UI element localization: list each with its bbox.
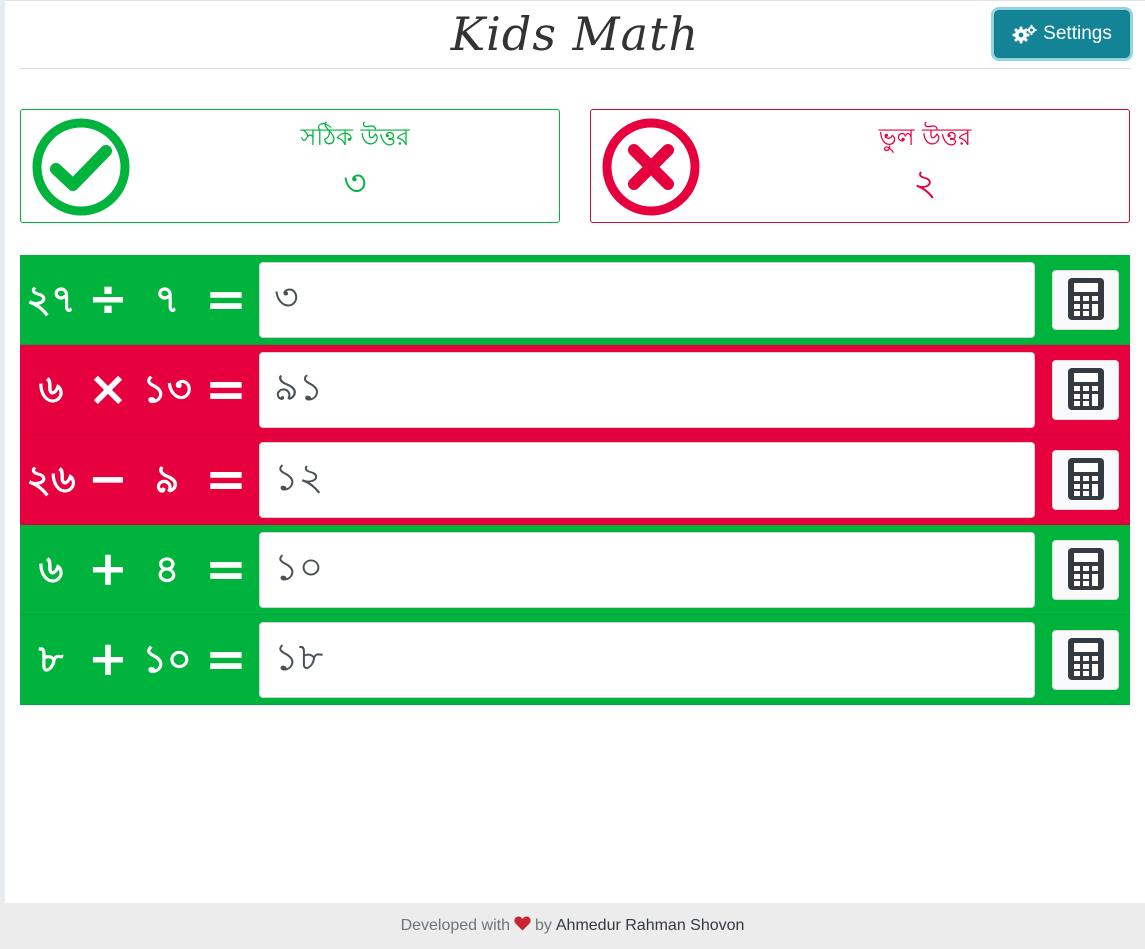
operator: ÷ bbox=[87, 271, 129, 327]
equals-sign: = bbox=[205, 450, 247, 508]
correct-score-card: সঠিক উত্তর ৩ bbox=[20, 109, 560, 223]
calculator-button[interactable] bbox=[1052, 270, 1119, 330]
operator: + bbox=[87, 631, 129, 687]
times-circle-icon bbox=[602, 118, 700, 216]
wrong-score-label: ভুল উত্তর bbox=[878, 123, 972, 151]
by-text: by bbox=[534, 917, 552, 934]
correct-score-value: ৩ bbox=[343, 163, 367, 204]
first-operand: ৬ bbox=[38, 547, 64, 591]
answer-input[interactable] bbox=[259, 262, 1035, 338]
developed-with-text: Developed with bbox=[400, 917, 510, 934]
operator: − bbox=[87, 451, 129, 507]
problem-list: ২৭ ÷ ৭ = ৬ × ১৩ = ২৬ − ৯ = bbox=[20, 255, 1130, 705]
second-operand: ১৩ bbox=[142, 367, 192, 411]
problem-row: ৬ + ৪ = bbox=[20, 525, 1130, 615]
problem-row: ৬ × ১৩ = bbox=[20, 345, 1130, 435]
first-operand: ২৭ bbox=[26, 277, 76, 321]
equals-sign: = bbox=[205, 630, 247, 688]
calculator-icon bbox=[1067, 367, 1104, 413]
correct-score-label: সঠিক উত্তর bbox=[300, 123, 410, 151]
header: Kids Math Settings bbox=[20, 0, 1130, 69]
footer: Developed with by Ahmedur Rahman Shovon bbox=[0, 903, 1145, 949]
second-operand: ১০ bbox=[142, 637, 192, 681]
calculator-icon bbox=[1067, 637, 1104, 683]
equals-sign: = bbox=[205, 360, 247, 418]
calculator-button[interactable] bbox=[1052, 630, 1119, 690]
calculator-icon bbox=[1067, 277, 1104, 323]
answer-input[interactable] bbox=[259, 532, 1035, 608]
second-operand: ৭ bbox=[154, 277, 180, 321]
problem-row: ৮ + ১০ = bbox=[20, 615, 1130, 705]
wrong-score-card: ভুল উত্তর ২ bbox=[590, 109, 1130, 223]
gears-icon bbox=[1012, 24, 1037, 44]
first-operand: ৮ bbox=[38, 637, 64, 681]
operator: × bbox=[87, 361, 129, 417]
settings-label: Settings bbox=[1043, 23, 1112, 44]
calculator-button[interactable] bbox=[1052, 450, 1119, 510]
equals-sign: = bbox=[205, 270, 247, 328]
answer-input[interactable] bbox=[259, 442, 1035, 518]
calculator-button[interactable] bbox=[1052, 540, 1119, 600]
settings-button[interactable]: Settings bbox=[994, 10, 1130, 58]
problem-row: ২৬ − ৯ = bbox=[20, 435, 1130, 525]
wrong-score-value: ২ bbox=[913, 163, 937, 204]
calculator-icon bbox=[1067, 547, 1104, 593]
author-link[interactable]: Ahmedur Rahman Shovon bbox=[556, 917, 745, 935]
calculator-button[interactable] bbox=[1052, 360, 1119, 420]
calculator-icon bbox=[1067, 457, 1104, 503]
second-operand: ৯ bbox=[154, 457, 180, 501]
problem-row: ২৭ ÷ ৭ = bbox=[20, 255, 1130, 345]
operator: + bbox=[87, 541, 129, 597]
answer-input[interactable] bbox=[259, 352, 1035, 428]
left-edge bbox=[0, 0, 5, 903]
answer-input[interactable] bbox=[259, 622, 1035, 698]
second-operand: ৪ bbox=[154, 547, 180, 591]
check-circle-icon bbox=[32, 118, 130, 216]
first-operand: ২৬ bbox=[26, 457, 76, 501]
app-title: Kids Math bbox=[450, 7, 700, 61]
heart-icon bbox=[514, 916, 531, 936]
equals-sign: = bbox=[205, 540, 247, 598]
first-operand: ৬ bbox=[38, 367, 64, 411]
